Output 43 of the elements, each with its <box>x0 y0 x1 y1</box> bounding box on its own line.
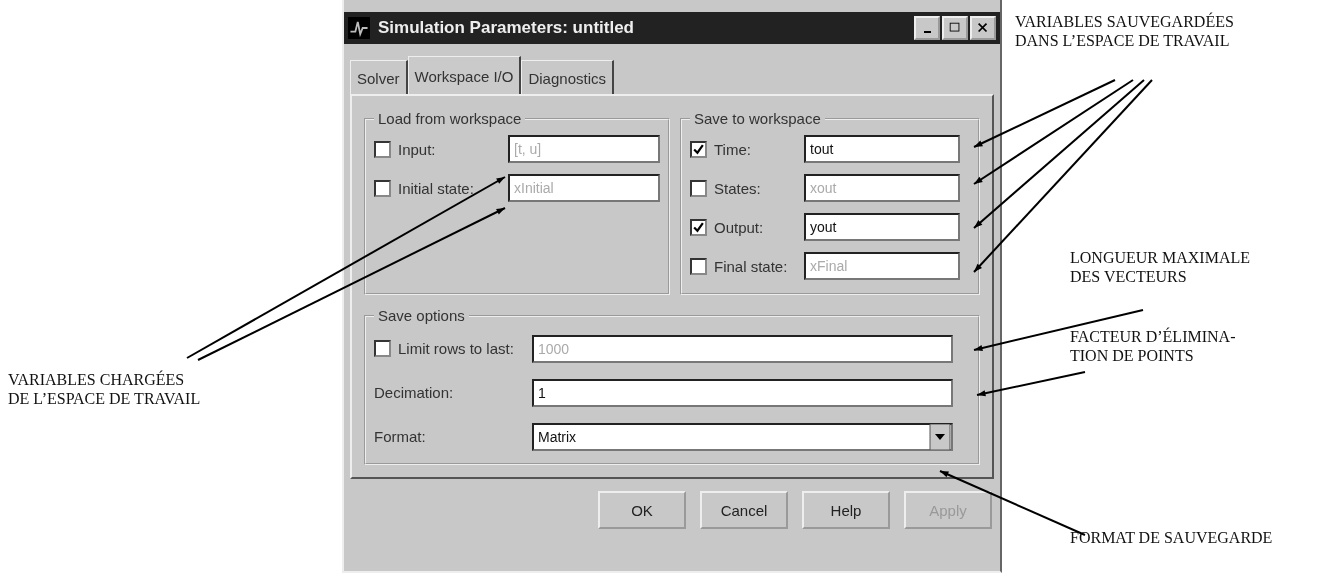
tab[interactable]: Solver <box>350 60 408 94</box>
dialog-button[interactable]: Cancel <box>700 491 788 529</box>
minimize-button[interactable] <box>914 16 940 40</box>
caret-icon[interactable] <box>929 423 951 450</box>
checkbox[interactable] <box>374 140 391 158</box>
window-title: Simulation Parameters: untitled <box>378 18 635 38</box>
checkbox[interactable] <box>374 179 391 197</box>
input-field[interactable]: tout <box>804 135 960 163</box>
input-field[interactable]: yout <box>804 213 960 241</box>
tab[interactable]: Workspace I/O <box>407 56 522 94</box>
group-title: Load from workspace <box>377 110 523 127</box>
maximize-icon <box>948 21 962 35</box>
minimize-icon <box>923 31 931 33</box>
annotation-caption: VARIABLES CHARGÉES DE L’ESPACE DE TRAVAIL <box>8 370 202 408</box>
close-icon <box>976 21 990 35</box>
dropdown[interactable]: Matrix <box>532 422 953 451</box>
checkbox-label: Final state: <box>714 257 789 275</box>
checkbox-label: Initial state: <box>398 179 475 197</box>
checkbox[interactable] <box>690 140 707 158</box>
field-label: Format: <box>374 428 427 445</box>
annotation-caption: FACTEUR D’ÉLIMINA- TION DE POINTS <box>1070 327 1237 365</box>
dialog-button[interactable]: OK <box>598 491 686 529</box>
group-title: Save to workspace <box>693 110 822 127</box>
checkbox-label: Time: <box>714 140 752 158</box>
close-button[interactable] <box>970 16 996 40</box>
checkbox-label: States: <box>714 179 762 197</box>
checkbox-label: Output: <box>714 218 765 236</box>
annotation-caption: FORMAT DE SAUVEGARDE <box>1070 528 1274 547</box>
input-field[interactable]: 1 <box>532 378 953 407</box>
dialog-button[interactable]: Help <box>802 491 890 529</box>
annotation-caption: VARIABLES SAUVEGARDÉES DANS L’ESPACE DE TRAVAIL <box>1015 12 1235 50</box>
checkbox[interactable] <box>690 257 707 275</box>
checkbox-label: Input: <box>398 140 437 158</box>
group-title: Save options <box>377 307 466 324</box>
field-label: Decimation: <box>374 384 455 401</box>
annotation-caption: LONGUEUR MAXIMALE DES VECTEURS <box>1070 248 1251 286</box>
checkbox[interactable] <box>690 218 707 236</box>
tab[interactable]: Diagnostics <box>521 60 614 94</box>
checkbox[interactable] <box>374 340 391 357</box>
maximize-button[interactable] <box>942 16 968 40</box>
waveform-icon <box>348 17 370 39</box>
checkbox[interactable] <box>690 179 707 197</box>
checkbox-label: Limit rows to last: <box>398 340 515 357</box>
